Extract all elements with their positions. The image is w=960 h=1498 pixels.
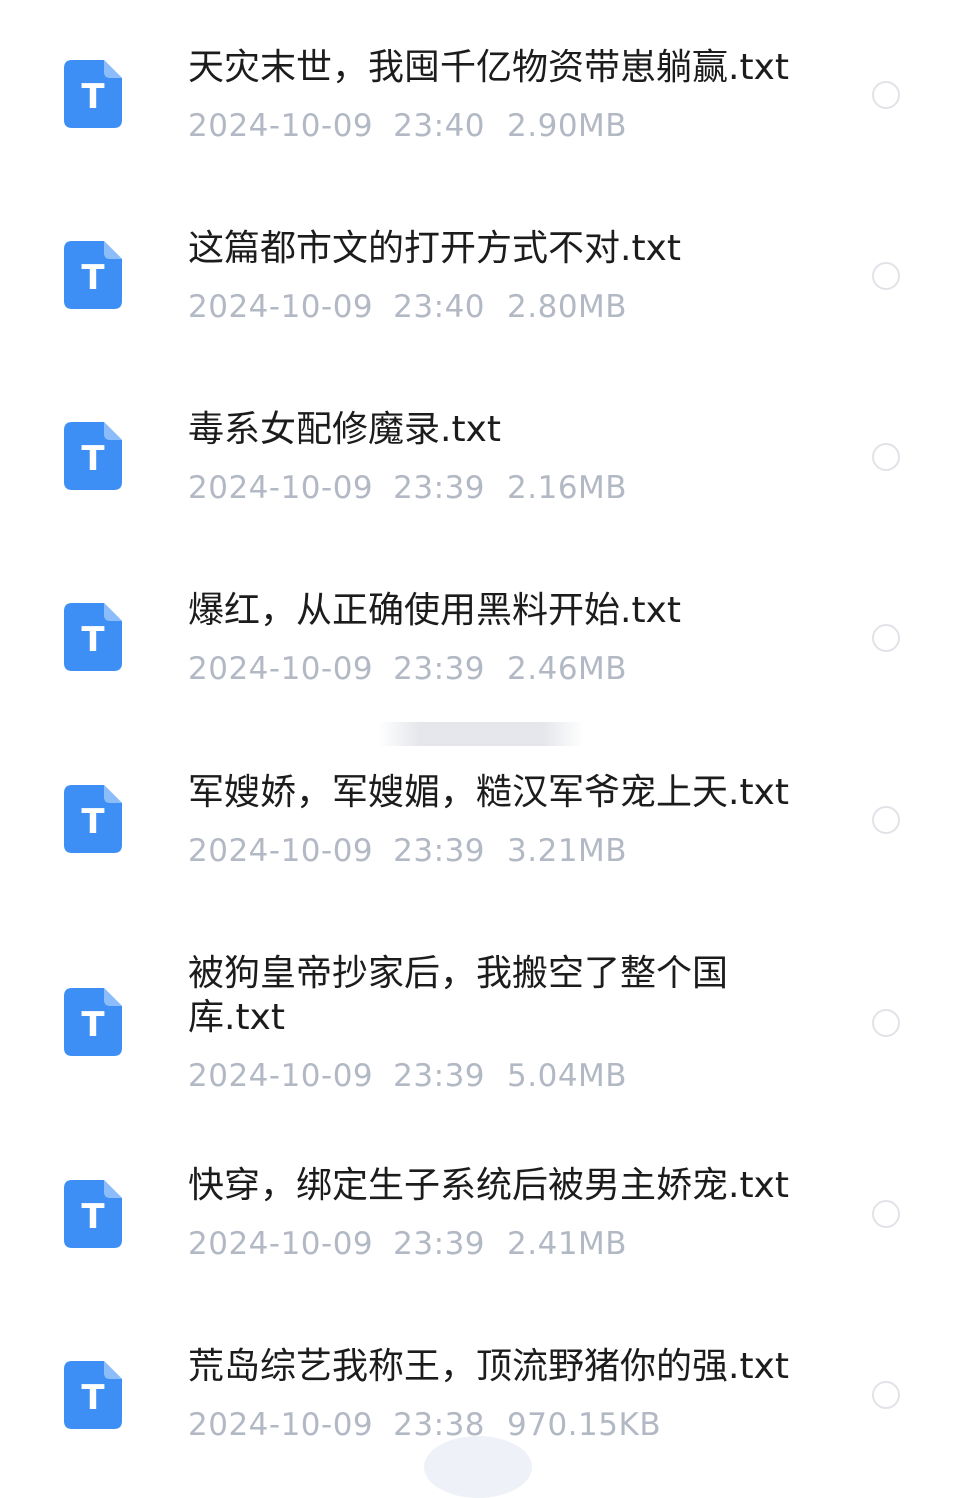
icon-glyph: T [81,620,105,660]
icon-glyph: T [81,439,105,479]
file-time: 23:40 [393,289,486,325]
icon-glyph: T [81,1197,105,1237]
file-name[interactable]: 被狗皇帝抄家后，我搬空了整个国库.txt [188,952,758,1040]
file-date: 2024-10-09 [188,1058,374,1094]
file-size: 2.41MB [507,1226,628,1262]
txt-file-icon: T [64,785,122,853]
file-name[interactable]: 这篇都市文的打开方式不对.txt [188,227,828,271]
txt-file-icon: T [64,422,122,490]
file-date: 2024-10-09 [188,833,374,869]
icon-glyph: T [81,1378,105,1418]
file-size: 5.04MB [507,1058,628,1094]
file-meta: 2024-10-09 23:39 2.46MB [188,651,627,687]
file-date: 2024-10-09 [188,651,374,687]
icon-glyph: T [81,258,105,298]
file-name[interactable]: 毒系女配修魔录.txt [188,408,828,452]
file-row[interactable]: T 这篇都市文的打开方式不对.txt 2024-10-09 23:40 2.80MB [0,181,960,351]
file-row[interactable]: T 毒系女配修魔录.txt 2024-10-09 23:39 2.16MB [0,362,960,532]
file-time: 23:40 [393,108,486,144]
select-radio[interactable] [872,1381,900,1409]
file-meta: 2024-10-09 23:39 5.04MB [188,1058,627,1094]
file-size: 970.15KB [507,1407,662,1443]
select-radio[interactable] [872,81,900,109]
file-meta: 2024-10-09 23:40 2.90MB [188,108,627,144]
file-meta: 2024-10-09 23:39 2.41MB [188,1226,627,1262]
file-size: 2.90MB [507,108,628,144]
file-meta: 2024-10-09 23:39 3.21MB [188,833,627,869]
txt-file-icon: T [64,60,122,128]
txt-file-icon: T [64,603,122,671]
icon-glyph: T [81,77,105,117]
txt-file-icon: T [64,1361,122,1429]
file-row[interactable]: T 快穿，绑定生子系统后被男主娇宠.txt 2024-10-09 23:39 2.4… [0,1120,960,1290]
file-date: 2024-10-09 [188,1407,374,1443]
file-time: 23:39 [393,1226,486,1262]
file-row[interactable]: T 被狗皇帝抄家后，我搬空了整个国库.txt 2024-10-09 23:39 5.… [0,906,960,1126]
file-time: 23:39 [393,833,486,869]
file-date: 2024-10-09 [188,470,374,506]
file-meta: 2024-10-09 23:38 970.15KB [188,1407,661,1443]
txt-file-icon: T [64,241,122,309]
file-size: 2.16MB [507,470,628,506]
file-size: 3.21MB [507,833,628,869]
file-name[interactable]: 荒岛综艺我称王，顶流野猪你的强.txt [188,1345,828,1389]
file-meta: 2024-10-09 23:40 2.80MB [188,289,627,325]
file-date: 2024-10-09 [188,289,374,325]
file-time: 23:39 [393,1058,486,1094]
file-name[interactable]: 快穿，绑定生子系统后被男主娇宠.txt [188,1164,828,1208]
file-row[interactable]: T 天灾末世，我囤千亿物资带崽躺赢.txt 2024-10-09 23:40 2.9… [0,0,960,170]
txt-file-icon: T [64,988,122,1056]
select-radio[interactable] [872,262,900,290]
file-size: 2.46MB [507,651,628,687]
select-radio[interactable] [872,1009,900,1037]
file-time: 23:39 [393,470,486,506]
file-size: 2.80MB [507,289,628,325]
file-name[interactable]: 天灾末世，我囤千亿物资带崽躺赢.txt [188,46,828,90]
icon-glyph: T [81,802,105,842]
select-radio[interactable] [872,624,900,652]
file-row[interactable]: T 军嫂娇，军嫂媚，糙汉军爷宠上天.txt 2024-10-09 23:39 3.2… [0,725,960,895]
txt-file-icon: T [64,1180,122,1248]
select-radio[interactable] [872,1200,900,1228]
file-row[interactable]: T 爆红，从正确使用黑料开始.txt 2024-10-09 23:39 2.46MB [0,543,960,713]
select-radio[interactable] [872,806,900,834]
floating-button-partial[interactable] [424,1436,532,1498]
icon-glyph: T [81,1005,105,1045]
file-name[interactable]: 军嫂娇，军嫂媚，糙汉军爷宠上天.txt [188,771,828,815]
file-name[interactable]: 爆红，从正确使用黑料开始.txt [188,589,828,633]
file-time: 23:39 [393,651,486,687]
select-radio[interactable] [872,443,900,471]
file-meta: 2024-10-09 23:39 2.16MB [188,470,627,506]
watermark-blur [378,722,584,746]
file-date: 2024-10-09 [188,108,374,144]
file-date: 2024-10-09 [188,1226,374,1262]
